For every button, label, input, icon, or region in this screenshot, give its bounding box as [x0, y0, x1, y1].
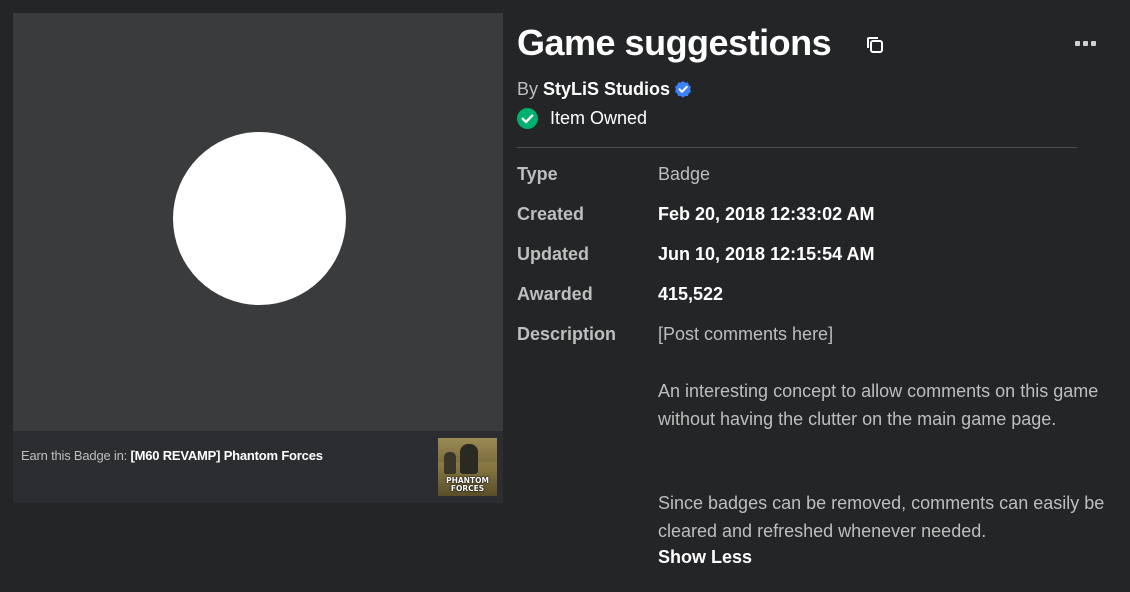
by-prefix: By	[517, 79, 539, 99]
game-thumbnail-figure	[460, 444, 478, 474]
show-less-button[interactable]: Show Less	[658, 547, 752, 568]
creator-link[interactable]: StyLiS Studios	[543, 79, 670, 99]
copy-icon[interactable]	[864, 34, 886, 56]
divider	[517, 147, 1077, 148]
item-thumbnail-panel: Earn this Badge in: [M60 REVAMP] Phantom…	[13, 13, 503, 503]
badge-image	[172, 131, 346, 305]
game-thumbnail-title: PHANTOM FORCES	[446, 476, 489, 493]
earn-prefix: Earn this Badge in:	[21, 448, 128, 463]
earn-badge-text: Earn this Badge in: [M60 REVAMP] Phantom…	[21, 448, 323, 463]
owned-label: Item Owned	[550, 108, 648, 128]
earn-badge-bar: Earn this Badge in: [M60 REVAMP] Phantom…	[13, 431, 503, 503]
awarded-label: Awarded	[517, 284, 593, 304]
awarded-value: 415,522	[658, 284, 724, 304]
owned-status: Item Owned	[517, 108, 647, 129]
item-details-page: Earn this Badge in: [M60 REVAMP] Phantom…	[0, 0, 1130, 592]
game-thumbnail-figure	[444, 452, 456, 474]
created-value: Feb 20, 2018 12:33:02 AM	[658, 204, 875, 224]
badge-thumbnail	[13, 13, 503, 431]
description-paragraph: Since badges can be removed, comments ca…	[658, 493, 1105, 541]
game-link[interactable]: [M60 REVAMP] Phantom Forces	[130, 448, 322, 463]
created-label: Created	[517, 204, 585, 224]
type-value: Badge	[658, 164, 711, 184]
checkmark-circle-icon	[517, 108, 538, 129]
description-line: [Post comments here]	[658, 324, 834, 344]
description-paragraph: An interesting concept to allow comments…	[658, 381, 1099, 429]
item-title: Game suggestions	[517, 22, 832, 63]
updated-label: Updated	[517, 244, 589, 264]
description-label: Description	[517, 324, 617, 344]
verified-badge-icon	[674, 80, 692, 98]
game-thumbnail[interactable]: PHANTOM FORCES	[438, 438, 497, 496]
updated-value: Jun 10, 2018 12:15:54 AM	[658, 244, 875, 264]
type-label: Type	[517, 164, 558, 184]
more-options-icon[interactable]	[1072, 32, 1100, 54]
creator-line: By StyLiS Studios	[517, 79, 692, 100]
